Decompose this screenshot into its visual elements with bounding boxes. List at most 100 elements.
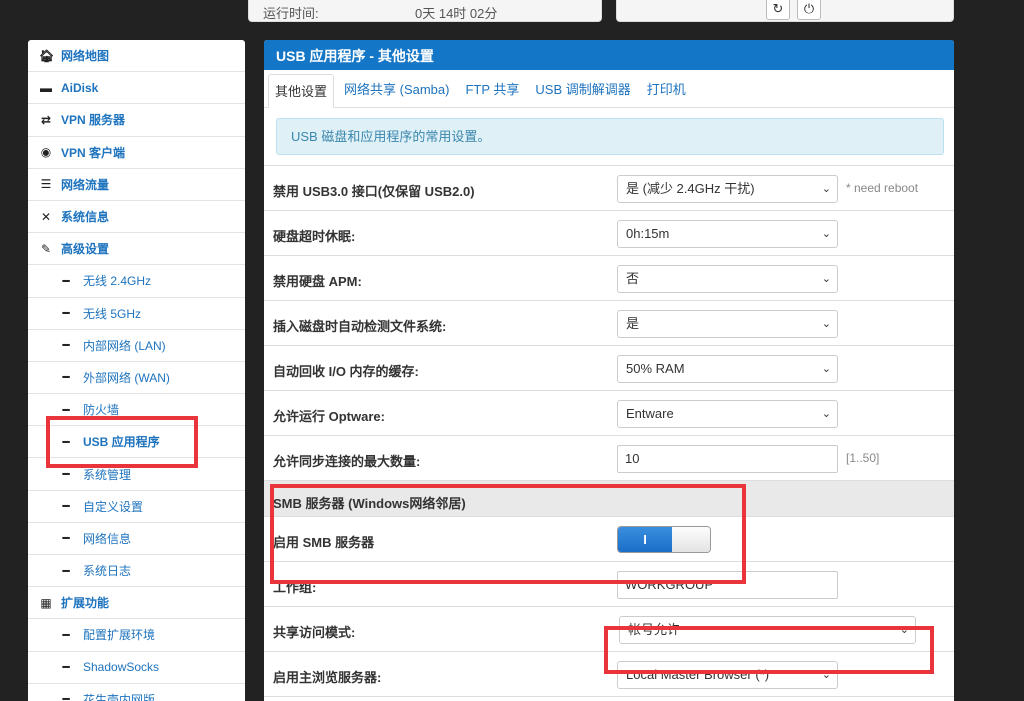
sidebar-item-lan[interactable]: ━ 内部网络 (LAN)	[28, 330, 245, 362]
dash-icon: ━	[62, 531, 70, 546]
setting-label: 允许运行 Optware:	[273, 409, 385, 424]
dash-icon: ━	[62, 273, 70, 288]
chevron-down-icon: ⌄	[821, 183, 831, 195]
dash-icon: ━	[62, 563, 70, 578]
sidebar-item-shadowsocks[interactable]: ━ ShadowSocks	[28, 652, 245, 684]
select-value: Local Master Browser (*)	[626, 667, 770, 682]
smb-section-header: SMB 服务器 (Windows网络邻居)	[264, 481, 954, 517]
globe-icon: ◉	[40, 145, 52, 160]
sidebar-item-syslog[interactable]: ━ 系统日志	[28, 555, 245, 588]
swap-icon: ⇄	[40, 112, 52, 127]
setting-row: 启用 SMB 服务器 I	[264, 517, 954, 562]
refresh-icon[interactable]: ↻	[766, 0, 790, 20]
sidebar-item-label: VPN 客户端	[61, 145, 126, 160]
sidebar-item-label: 防火墙	[83, 403, 120, 418]
sidebar-item-label: 扩展功能	[61, 596, 110, 611]
sidebar-item-usb-apps[interactable]: ━ USB 应用程序	[28, 426, 245, 459]
select-value: 帐号允许	[628, 622, 681, 637]
sidebar-item-label: 无线 5GHz	[83, 306, 142, 321]
sidebar-item-ext-env[interactable]: ━ 配置扩展环境	[28, 619, 245, 652]
sidebar-item-extensions[interactable]: ▦ 扩展功能	[28, 587, 245, 620]
disk-sleep-select[interactable]: 0h:15m ⌄	[617, 220, 838, 248]
sidebar-item-wan[interactable]: ━ 外部网络 (WAN)	[28, 362, 245, 395]
disk-apm-select[interactable]: 否 ⌄	[617, 265, 838, 293]
uptime-label: 运行时间:	[263, 6, 319, 21]
sidebar-item-label: 高级设置	[61, 242, 110, 257]
uptime-value: 0天 14时 02分	[415, 6, 498, 21]
sidebar-item-wireless-5[interactable]: ━ 无线 5GHz	[28, 298, 245, 330]
select-value: Entware	[626, 406, 674, 421]
home-icon: 🏠︎	[39, 48, 55, 63]
setting-row: 启用主浏览服务器: Local Master Browser (*) ⌄	[264, 652, 954, 697]
setting-label: 启用主浏览服务器:	[273, 670, 382, 685]
sidebar-item-label: 配置扩展环境	[83, 628, 156, 643]
tab-printer[interactable]: 打印机	[641, 73, 692, 107]
sidebar: 🏠︎ 网络地图 ▬ AiDisk ⇄ VPN 服务器 ◉ VPN 客户端 ☰ 网络流量 ✕…	[28, 40, 245, 701]
info-message: USB 磁盘和应用程序的常用设置。	[276, 118, 944, 155]
sidebar-item-label: 花生壳内网版	[83, 692, 156, 701]
chevron-down-icon: ⌄	[821, 273, 831, 285]
smb-enable-toggle[interactable]: I	[617, 526, 711, 553]
sidebar-item-network-map[interactable]: 🏠︎ 网络地图	[28, 40, 245, 73]
control-panel: ↻ ⏻	[616, 0, 954, 22]
sidebar-item-firewall[interactable]: ━ 防火墙	[28, 394, 245, 427]
sidebar-item-vpn-client[interactable]: ◉ VPN 客户端	[28, 137, 245, 169]
master-browser-select[interactable]: Local Master Browser (*) ⌄	[617, 661, 838, 689]
setting-label: 启用 SMB 服务器	[273, 535, 375, 550]
shuffle-icon: ✕	[40, 209, 52, 224]
tab-other-settings[interactable]: 其他设置	[268, 74, 335, 108]
sidebar-item-admin[interactable]: ━ 系统管理	[28, 458, 245, 491]
setting-row: 共享访问模式: 帐号允许 ⌄	[264, 607, 954, 652]
chevron-down-icon: ⌄	[899, 624, 909, 636]
main-panel: USB 应用程序 - 其他设置 其他设置 网络共享 (Samba) FTP 共享…	[264, 40, 954, 701]
sidebar-item-vpn-server[interactable]: ⇄ VPN 服务器	[28, 104, 245, 137]
setting-label: 共享访问模式:	[273, 625, 356, 640]
sidebar-item-oray[interactable]: ━ 花生壳内网版	[28, 684, 245, 701]
chevron-down-icon: ⌄	[821, 228, 831, 240]
dash-icon: ━	[62, 370, 70, 385]
setting-row: 禁用 USB3.0 接口(仅保留 USB2.0) 是 (减少 2.4GHz 干扰…	[264, 166, 954, 211]
optware-select[interactable]: Entware ⌄	[617, 400, 838, 428]
dash-icon: ━	[62, 627, 70, 642]
auto-fscheck-select[interactable]: 是 ⌄	[617, 310, 838, 338]
usb3-disable-select[interactable]: 是 (减少 2.4GHz 干扰) ⌄	[617, 175, 838, 203]
hint-text: * need reboot	[846, 181, 919, 195]
grid-icon: ▦	[40, 595, 52, 610]
access-mode-select[interactable]: 帐号允许 ⌄	[619, 616, 916, 644]
sidebar-item-label: 无线 2.4GHz	[83, 274, 152, 289]
sidebar-item-aidisk[interactable]: ▬ AiDisk	[28, 72, 245, 105]
disk-icon: ▬	[40, 80, 52, 95]
setting-row: 工作组: WORKGROUP	[264, 562, 954, 607]
sidebar-item-label: 网络地图	[61, 49, 110, 64]
sidebar-item-netinfo[interactable]: ━ 网络信息	[28, 523, 245, 555]
max-connections-input[interactable]: 10	[617, 445, 838, 473]
setting-label: 工作组:	[273, 580, 317, 595]
workgroup-input[interactable]: WORKGROUP	[617, 571, 838, 599]
setting-row: 自动回收 I/O 内存的缓存: 50% RAM ⌄	[264, 346, 954, 391]
setting-label: 允许同步连接的最大数量:	[273, 454, 421, 469]
toggle-knob	[672, 527, 710, 552]
tab-ftp[interactable]: FTP 共享	[459, 73, 525, 107]
wrench-icon: ✎	[40, 241, 52, 256]
sidebar-item-traffic[interactable]: ☰ 网络流量	[28, 169, 245, 201]
section-title: SMB 服务器 (Windows网络邻居)	[273, 496, 466, 511]
chevron-down-icon: ⌄	[821, 363, 831, 375]
sidebar-item-system-info[interactable]: ✕ 系统信息	[28, 201, 245, 234]
setting-label: 禁用硬盘 APM:	[273, 274, 362, 289]
io-cache-select[interactable]: 50% RAM ⌄	[617, 355, 838, 383]
dash-icon: ━	[62, 692, 70, 701]
setting-row: 插入磁盘时自动检测文件系统: 是 ⌄	[264, 301, 954, 346]
sidebar-item-label: 网络信息	[83, 531, 132, 546]
sidebar-item-custom[interactable]: ━ 自定义设置	[28, 491, 245, 523]
sidebar-item-wireless-24[interactable]: ━ 无线 2.4GHz	[28, 265, 245, 298]
sidebar-item-label: 系统管理	[83, 467, 132, 482]
power-icon[interactable]: ⏻	[797, 0, 821, 20]
dash-icon: ━	[62, 434, 70, 449]
sidebar-item-label: AiDisk	[61, 80, 99, 95]
tab-samba[interactable]: 网络共享 (Samba)	[338, 73, 455, 107]
sidebar-item-advanced[interactable]: ✎ 高级设置	[28, 233, 245, 266]
dash-icon: ━	[62, 660, 70, 675]
tab-modem[interactable]: USB 调制解调器	[529, 73, 636, 107]
setting-label: 禁用 USB3.0 接口(仅保留 USB2.0)	[273, 184, 475, 199]
sidebar-item-label: 系统信息	[61, 210, 110, 225]
